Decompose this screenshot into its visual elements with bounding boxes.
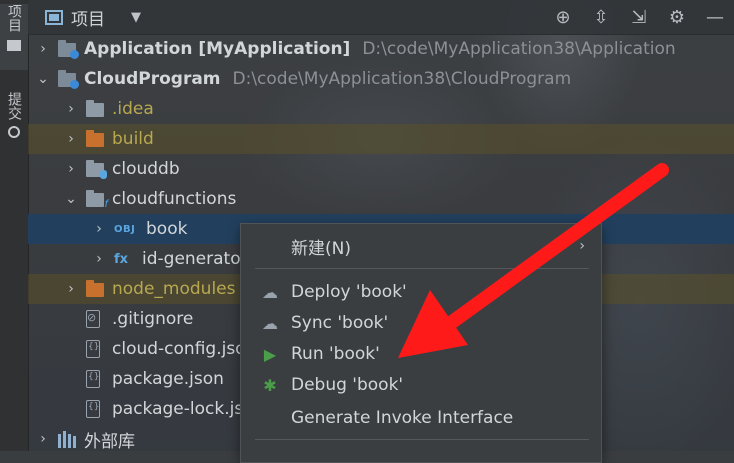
context-menu: 新建(N) › ☁ Deploy 'book' ☁ Sync 'book' ▶ … <box>240 223 602 463</box>
tree-item-label: cloudfunctions <box>112 189 237 209</box>
tab-commit[interactable]: 提交 <box>0 92 28 152</box>
chevron-down-icon[interactable]: ⌄ <box>36 71 50 87</box>
tree-item-label: clouddb <box>112 159 180 179</box>
chevron-right-icon[interactable]: › <box>92 221 106 237</box>
play-icon: ▶ <box>263 344 277 364</box>
module-folder-icon <box>58 70 79 89</box>
menu-item-label: Debug 'book' <box>291 375 404 395</box>
chevron-right-icon[interactable]: › <box>92 251 106 267</box>
cloud-upload-icon: ☁ <box>262 282 278 302</box>
tree-item-path: D:\code\MyApplication38\Application <box>362 39 676 59</box>
tab-project[interactable]: 项目 <box>0 4 28 70</box>
tool-window-strip: 项目 提交 <box>0 0 29 451</box>
cloud-sync-icon: ☁ <box>262 313 278 333</box>
tree-item-label: Application [MyApplication] <box>84 39 351 59</box>
tree-item-label: id-generator <box>142 249 248 269</box>
json-file-icon <box>86 340 106 358</box>
tree-row-idea[interactable]: › .idea <box>28 94 734 124</box>
tree-item-label: node_modules <box>112 279 236 299</box>
tree-item-label: book <box>146 219 188 239</box>
functions-folder-icon <box>86 190 108 210</box>
menu-item-run[interactable]: ▶ Run 'book' <box>255 339 589 369</box>
chevron-down-icon[interactable]: ⌄ <box>64 191 78 207</box>
bug-icon: ✱ <box>263 375 277 395</box>
folder-icon <box>86 100 106 118</box>
target-icon[interactable]: ⊕ <box>544 4 582 30</box>
gear-icon[interactable]: ⚙ <box>658 4 696 30</box>
json-file-icon <box>86 370 106 388</box>
menu-item-label: Sync 'book' <box>291 313 389 333</box>
ignore-file-icon <box>86 310 106 328</box>
chevron-right-icon[interactable]: › <box>64 131 78 147</box>
menu-separator <box>255 439 589 440</box>
menu-item-label: Generate Invoke Interface <box>291 408 514 428</box>
chevron-right-icon: › <box>579 238 585 254</box>
object-icon: OBJ <box>114 223 136 235</box>
tree-item-path: D:\code\MyApplication38\CloudProgram <box>232 69 572 89</box>
menu-item-label: 新建(N) <box>291 238 351 259</box>
chevron-right-icon[interactable]: › <box>64 161 78 177</box>
tree-row-application[interactable]: › Application [MyApplication] D:\code\My… <box>28 34 734 64</box>
tab-commit-label: 提交 <box>6 92 22 120</box>
tree-item-label: package.json <box>112 369 224 389</box>
database-folder-icon <box>86 160 107 179</box>
tree-item-label: .gitignore <box>112 309 194 329</box>
excluded-folder-icon <box>86 130 106 148</box>
collapse-all-icon[interactable]: ⇲ <box>620 4 658 30</box>
project-panel-icon <box>45 10 63 25</box>
menu-item-label: Deploy 'book' <box>291 282 407 302</box>
tree-row-cloudfunctions[interactable]: ⌄ cloudfunctions <box>28 184 734 214</box>
tree-row-clouddb[interactable]: › clouddb <box>28 154 734 184</box>
tree-item-label: 外部库 <box>84 431 135 452</box>
project-toolbar: 项目 ▼ ⊕ ⇳ ⇲ ⚙ — <box>28 0 734 35</box>
chevron-right-icon[interactable]: › <box>36 431 50 447</box>
tree-item-label: CloudProgram <box>84 69 221 89</box>
expand-all-icon[interactable]: ⇳ <box>582 4 620 30</box>
project-title: 项目 <box>71 10 105 30</box>
tree-item-label: .idea <box>112 99 154 119</box>
tree-item-label: build <box>112 129 154 149</box>
menu-separator <box>255 268 589 269</box>
tree-item-label: cloud-config.json <box>112 339 257 359</box>
menu-item-label: Run 'book' <box>291 344 380 364</box>
menu-item-sync[interactable]: ☁ Sync 'book' <box>255 308 589 338</box>
menu-item-deploy[interactable]: ☁ Deploy 'book' <box>255 277 589 307</box>
chevron-right-icon[interactable]: › <box>36 41 50 57</box>
folder-icon <box>7 40 21 51</box>
json-file-icon <box>86 400 106 418</box>
excluded-folder-icon <box>86 280 106 298</box>
function-icon: fx <box>114 251 129 267</box>
library-icon <box>58 430 78 448</box>
commit-icon <box>8 126 20 138</box>
tab-project-label: 项目 <box>6 4 22 32</box>
menu-item-debug[interactable]: ✱ Debug 'book' <box>255 370 589 400</box>
tree-row-build[interactable]: › build <box>28 124 734 154</box>
chevron-right-icon[interactable]: › <box>64 101 78 117</box>
minimize-icon[interactable]: — <box>696 4 734 30</box>
chevron-right-icon[interactable]: › <box>64 281 78 297</box>
module-folder-icon <box>58 40 79 59</box>
project-view-selector[interactable]: 项目 ▼ <box>45 5 141 30</box>
chevron-down-icon[interactable]: ▼ <box>131 10 141 25</box>
menu-item-new[interactable]: 新建(N) › <box>255 231 589 261</box>
tree-row-cloudprogram[interactable]: ⌄ CloudProgram D:\code\MyApplication38\C… <box>28 64 734 94</box>
menu-item-generate-invoke[interactable]: Generate Invoke Interface <box>255 403 589 433</box>
